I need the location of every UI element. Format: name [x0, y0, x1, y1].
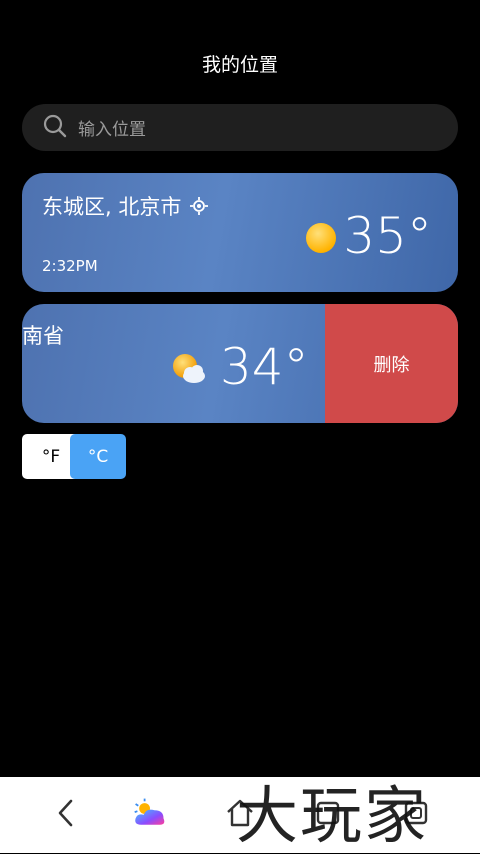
weather-app-icon — [134, 798, 165, 825]
page-title: 我的位置 — [201, 54, 278, 76]
watermark-logo: 大玩家 — [236, 779, 429, 852]
temperature: 35° — [343, 207, 432, 265]
location-card-current[interactable]: 东城区, 北京市 2:32PM 35° — [22, 173, 458, 292]
back-button[interactable] — [48, 795, 84, 831]
celsius-button[interactable]: °C — [70, 434, 126, 479]
search-input[interactable]: 输入位置 — [22, 104, 458, 151]
back-icon — [58, 799, 73, 827]
temperature: 34° — [220, 338, 309, 396]
unit-toggle: °F °C — [22, 434, 126, 479]
current-location-icon — [190, 197, 209, 215]
sunny-icon — [306, 223, 336, 253]
search-placeholder: 输入位置 — [78, 120, 146, 140]
delete-button[interactable]: 删除 — [325, 304, 458, 423]
partly-cloudy-icon — [173, 354, 205, 383]
local-time: 2:32PM — [42, 257, 98, 275]
weather-app-button[interactable] — [132, 795, 168, 831]
location-name: 南省 — [22, 324, 64, 348]
location-card-swiped[interactable]: 南省 34° 删除 — [22, 304, 458, 423]
search-icon — [42, 113, 68, 143]
location-name: 东城区, 北京市 — [42, 195, 182, 219]
